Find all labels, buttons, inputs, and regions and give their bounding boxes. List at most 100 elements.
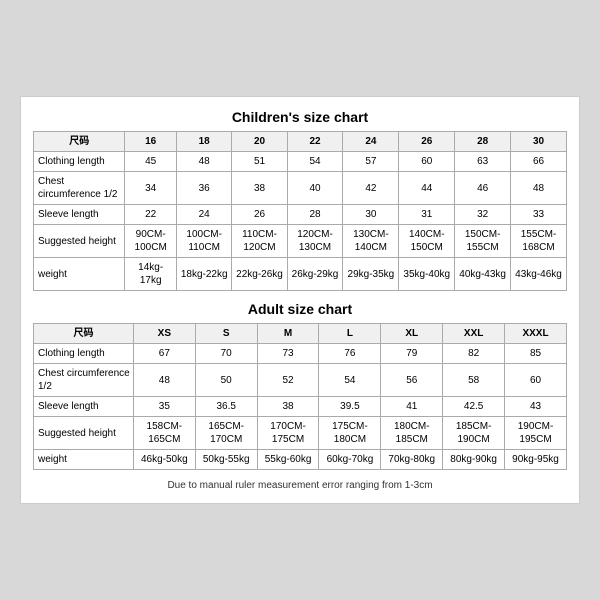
cell-value: 28 [287,205,343,225]
cell-value: 46kg-50kg [133,450,195,470]
cell-value: 32 [455,205,511,225]
cell-value: 40kg-43kg [455,258,511,291]
cell-value: 35kg-40kg [399,258,455,291]
cell-value: 31 [399,205,455,225]
cell-value: 90CM-100CM [125,225,176,258]
cell-value: 82 [443,344,505,364]
cell-value: 50 [195,364,257,397]
cell-value: 70kg-80kg [381,450,443,470]
adult-col-header: XXL [443,324,505,344]
table-row: Chest circumference 1/248505254565860 [34,364,567,397]
cell-value: 60 [505,364,567,397]
adult-section-title: Adult size chart [33,301,567,317]
children-col-header: 20 [232,132,287,152]
cell-value: 43kg-46kg [511,258,567,291]
cell-value: 30 [343,205,399,225]
children-header-row: 尺码1618202224262830 [34,132,567,152]
cell-value: 24 [176,205,232,225]
row-label: Suggested height [34,225,125,258]
cell-value: 175CM-180CM [319,417,381,450]
row-label: Suggested height [34,417,134,450]
row-label: Sleeve length [34,397,134,417]
row-label: weight [34,258,125,291]
cell-value: 56 [381,364,443,397]
children-section-title: Children's size chart [33,109,567,125]
table-row: weight14kg-17kg18kg-22kg22kg-26kg26kg-29… [34,258,567,291]
adult-col-header: XS [133,324,195,344]
row-label: Clothing length [34,344,134,364]
cell-value: 80kg-90kg [443,450,505,470]
cell-value: 52 [257,364,319,397]
cell-value: 26 [232,205,287,225]
adult-header-row: 尺码XSSMLXLXXLXXXL [34,324,567,344]
children-col-header: 尺码 [34,132,125,152]
cell-value: 70 [195,344,257,364]
cell-value: 29kg-35kg [343,258,399,291]
row-label: weight [34,450,134,470]
cell-value: 140CM-150CM [399,225,455,258]
row-label: Sleeve length [34,205,125,225]
adult-col-header: L [319,324,381,344]
cell-value: 36.5 [195,397,257,417]
cell-value: 54 [287,152,343,172]
cell-value: 18kg-22kg [176,258,232,291]
cell-value: 42 [343,172,399,205]
cell-value: 26kg-29kg [287,258,343,291]
cell-value: 165CM-170CM [195,417,257,450]
children-col-header: 30 [511,132,567,152]
children-col-header: 26 [399,132,455,152]
cell-value: 34 [125,172,176,205]
cell-value: 79 [381,344,443,364]
adult-table: 尺码XSSMLXLXXLXXXL Clothing length67707376… [33,323,567,470]
cell-value: 170CM-175CM [257,417,319,450]
children-col-header: 24 [343,132,399,152]
children-col-header: 18 [176,132,232,152]
footnote: Due to manual ruler measurement error ra… [33,480,567,491]
cell-value: 54 [319,364,381,397]
table-row: Sleeve length2224262830313233 [34,205,567,225]
cell-value: 67 [133,344,195,364]
cell-value: 120CM-130CM [287,225,343,258]
cell-value: 63 [455,152,511,172]
children-table: 尺码1618202224262830 Clothing length454851… [33,131,567,291]
cell-value: 85 [505,344,567,364]
cell-value: 48 [133,364,195,397]
cell-value: 110CM-120CM [232,225,287,258]
cell-value: 48 [176,152,232,172]
cell-value: 60 [399,152,455,172]
cell-value: 36 [176,172,232,205]
cell-value: 46 [455,172,511,205]
cell-value: 22 [125,205,176,225]
cell-value: 190CM-195CM [505,417,567,450]
cell-value: 40 [287,172,343,205]
table-row: Suggested height90CM-100CM100CM-110CM110… [34,225,567,258]
row-label: Chest circumference 1/2 [34,172,125,205]
cell-value: 58 [443,364,505,397]
children-col-header: 22 [287,132,343,152]
cell-value: 90kg-95kg [505,450,567,470]
cell-value: 185CM-190CM [443,417,505,450]
children-col-header: 16 [125,132,176,152]
cell-value: 50kg-55kg [195,450,257,470]
adult-col-header: 尺码 [34,324,134,344]
adult-col-header: XL [381,324,443,344]
cell-value: 45 [125,152,176,172]
cell-value: 55kg-60kg [257,450,319,470]
adult-col-header: XXXL [505,324,567,344]
cell-value: 22kg-26kg [232,258,287,291]
table-row: weight46kg-50kg50kg-55kg55kg-60kg60kg-70… [34,450,567,470]
cell-value: 33 [511,205,567,225]
cell-value: 130CM-140CM [343,225,399,258]
cell-value: 158CM-165CM [133,417,195,450]
cell-value: 41 [381,397,443,417]
cell-value: 38 [232,172,287,205]
row-label: Chest circumference 1/2 [34,364,134,397]
adult-col-header: S [195,324,257,344]
table-row: Sleeve length3536.53839.54142.543 [34,397,567,417]
cell-value: 60kg-70kg [319,450,381,470]
table-row: Chest circumference 1/23436384042444648 [34,172,567,205]
cell-value: 48 [511,172,567,205]
cell-value: 76 [319,344,381,364]
cell-value: 42.5 [443,397,505,417]
cell-value: 44 [399,172,455,205]
